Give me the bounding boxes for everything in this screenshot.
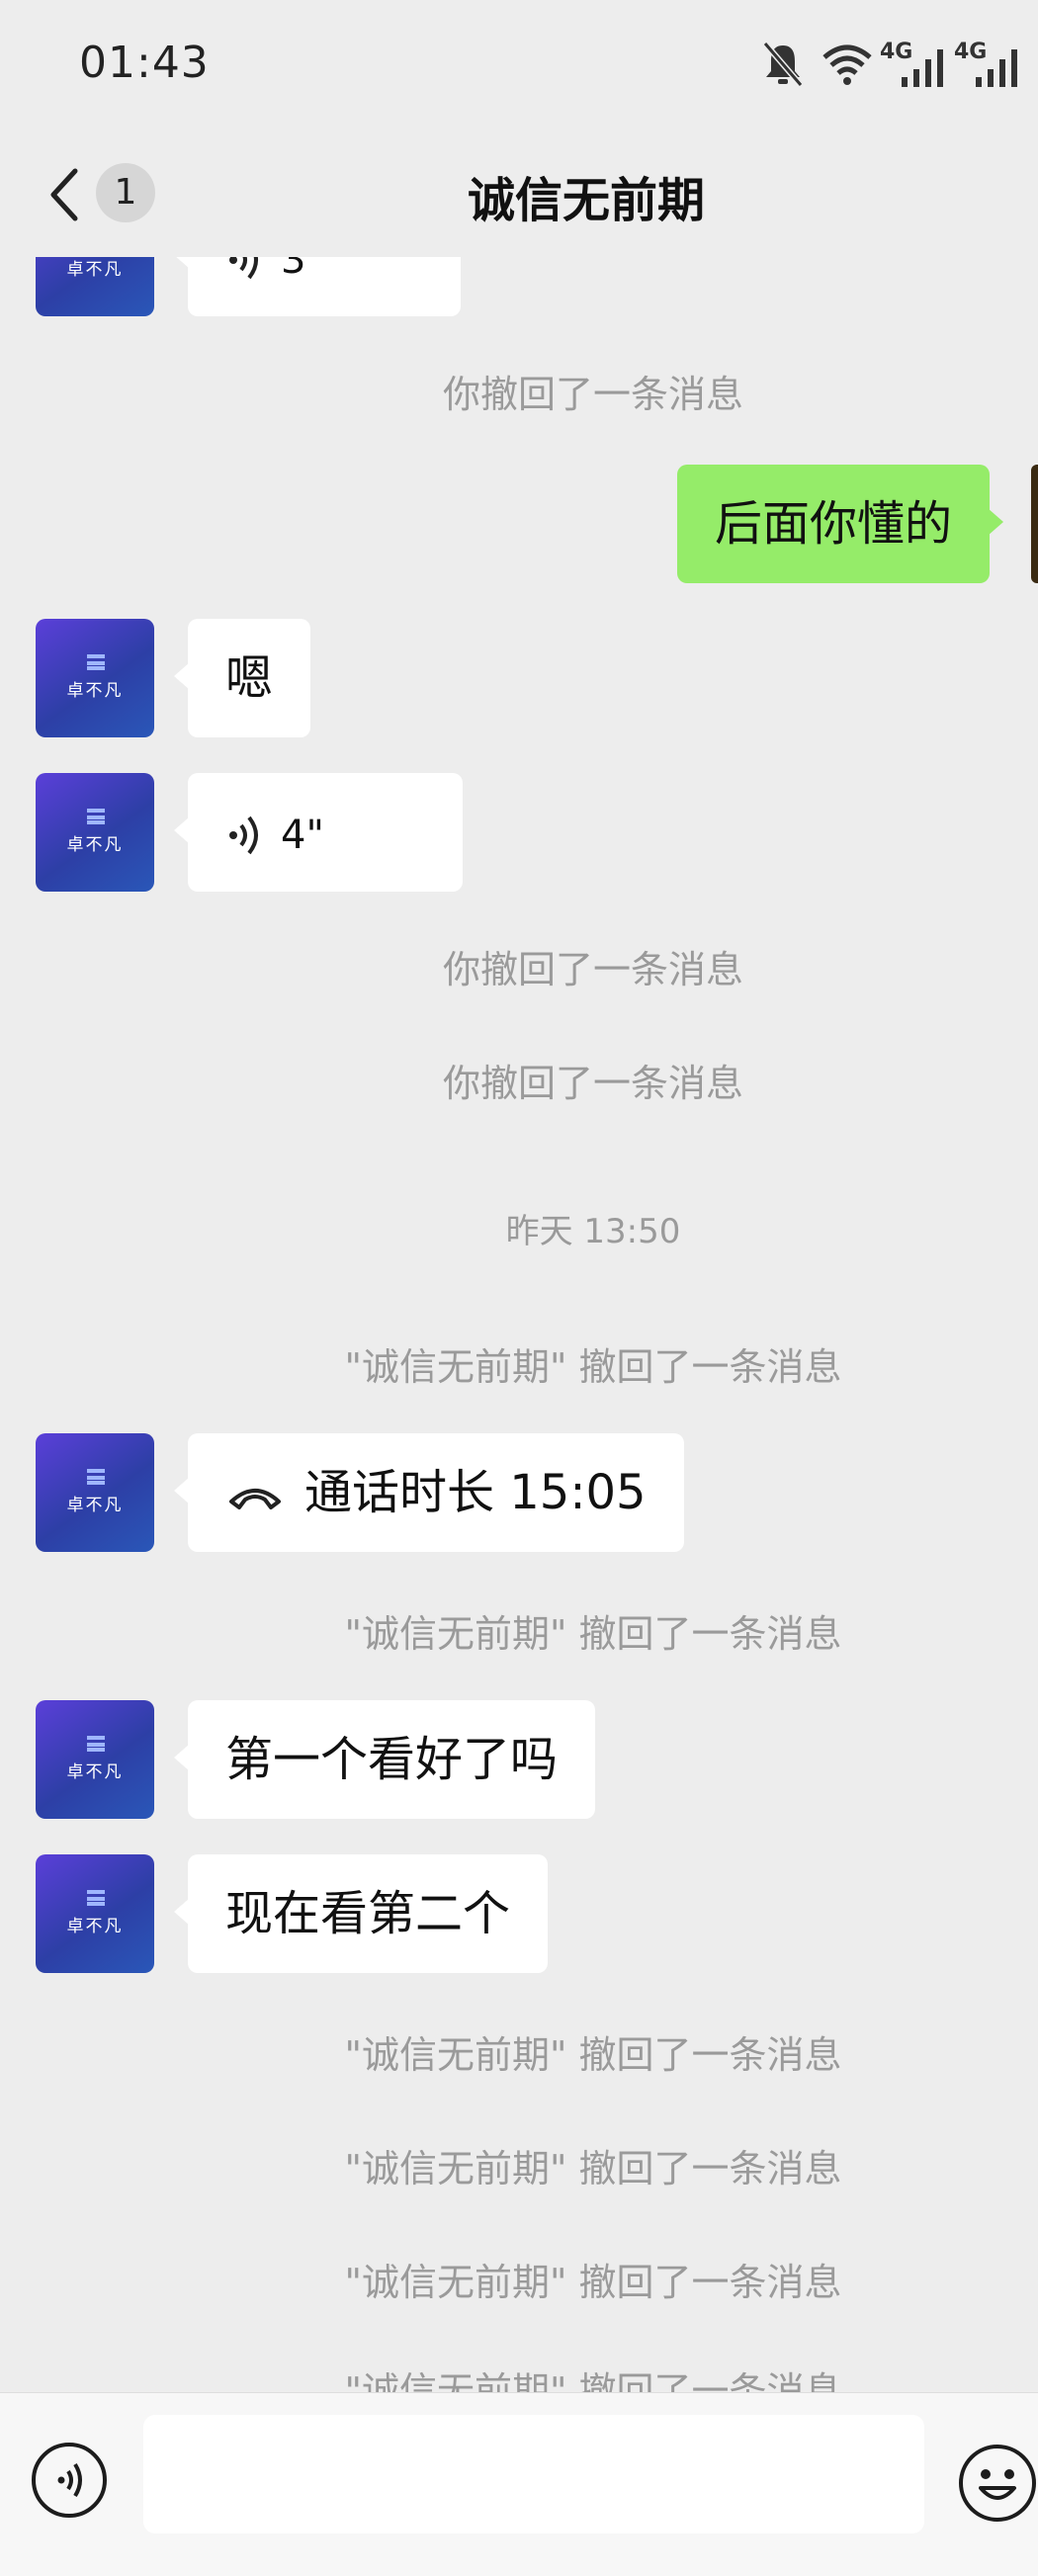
- message-input[interactable]: [143, 2415, 924, 2533]
- incoming-text-bubble[interactable]: 第一个看好了吗: [173, 1700, 596, 1819]
- status-time: 01:43: [79, 38, 210, 88]
- signal-icon-1: 4G: [880, 40, 949, 89]
- voice-wave-icon: [229, 257, 258, 280]
- recall-notice: 你撤回了一条消息: [442, 1062, 743, 1105]
- avatar[interactable]: 卓不凡: [36, 1433, 154, 1552]
- chat-title: 诚信无前期: [467, 173, 705, 228]
- emoji-icon[interactable]: [957, 2443, 1038, 2524]
- voice-duration: 4": [281, 813, 324, 858]
- call-record-bubble[interactable]: 通话时长 15:05: [174, 1433, 684, 1552]
- recall-notice: "诚信无前期" 撤回了一条消息: [344, 2147, 842, 2190]
- wifi-icon: [822, 44, 872, 85]
- avatar[interactable]: 卓不凡: [36, 619, 154, 737]
- recall-notice: "诚信无前期" 撤回了一条消息: [344, 2369, 842, 2392]
- incoming-text-bubble[interactable]: 现在看第二个: [173, 1854, 549, 1973]
- recall-notice: "诚信无前期" 撤回了一条消息: [344, 1345, 842, 1389]
- self-avatar[interactable]: [1031, 465, 1038, 583]
- call-duration: 通话时长 15:05: [304, 1465, 647, 1520]
- message-timestamp: 昨天 13:50: [505, 1212, 681, 1251]
- chat-header: 1 诚信无前期: [0, 133, 1038, 257]
- avatar[interactable]: 卓不凡: [36, 1700, 154, 1819]
- avatar[interactable]: 卓不凡: [36, 773, 154, 892]
- message-list[interactable]: 卓不凡 3" 你撤回了一条消息 后面你懂的 卓不凡 嗯 卓不凡 4" 你撤回了一…: [0, 257, 1038, 2392]
- recall-notice: "诚信无前期" 撤回了一条消息: [344, 2033, 842, 2077]
- voice-message-bubble[interactable]: 4": [174, 773, 463, 892]
- voice-input-icon: [57, 2462, 82, 2498]
- signal-icon-2: 4G: [954, 40, 1023, 89]
- recall-notice: "诚信无前期" 撤回了一条消息: [344, 1612, 842, 1656]
- recall-notice: 你撤回了一条消息: [442, 373, 743, 416]
- recall-notice: 你撤回了一条消息: [442, 948, 743, 991]
- avatar[interactable]: 卓不凡: [36, 257, 154, 316]
- voice-input-button[interactable]: [32, 2443, 107, 2518]
- voice-wave-icon: [229, 816, 258, 855]
- incoming-text-bubble[interactable]: 嗯: [173, 619, 311, 737]
- phone-call-icon: [229, 1489, 281, 1509]
- outgoing-text-bubble[interactable]: 后面你懂的: [677, 465, 1004, 583]
- status-bar: 01:43 4G 4G: [0, 0, 1038, 133]
- input-bar: [0, 2392, 1038, 2576]
- avatar[interactable]: 卓不凡: [36, 1854, 154, 1973]
- voice-message-bubble[interactable]: 3": [174, 257, 461, 316]
- mute-bell-icon: [762, 42, 804, 87]
- recall-notice: "诚信无前期" 撤回了一条消息: [344, 2261, 842, 2304]
- voice-duration: 3": [281, 257, 324, 283]
